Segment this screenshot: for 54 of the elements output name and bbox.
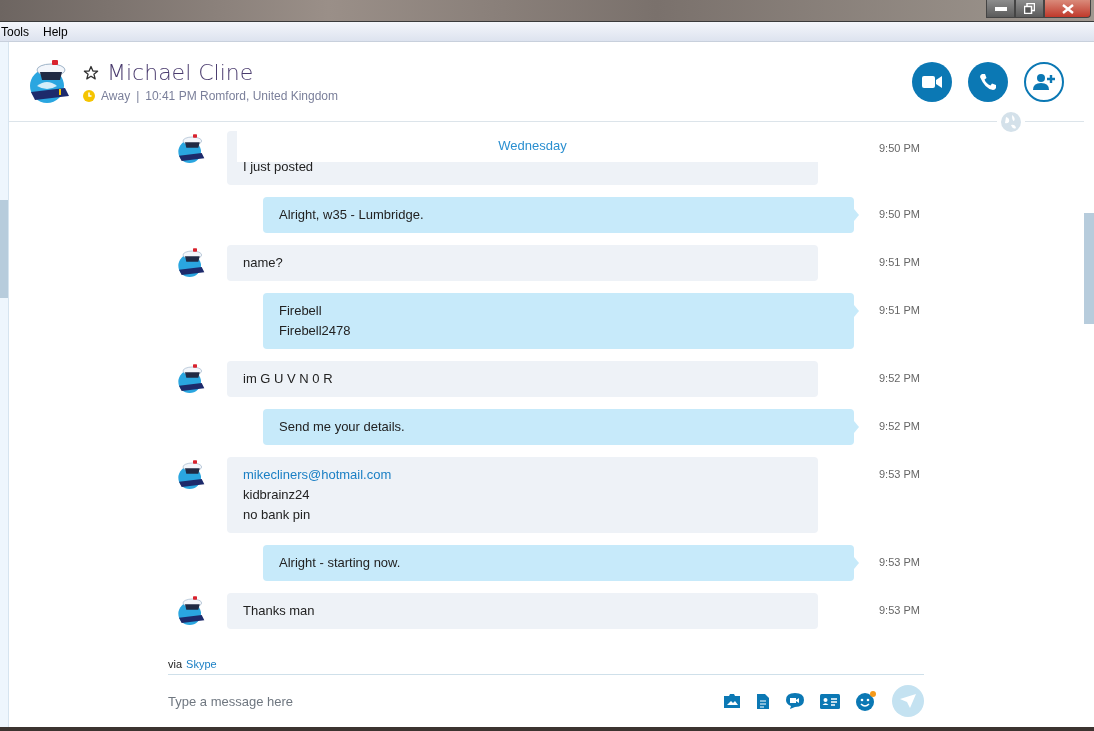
separator-text: | [136, 89, 140, 104]
message-text: Firebell [279, 302, 322, 321]
message-time: 9:53 PM [879, 468, 920, 481]
message-text: Alright - starting now. [279, 554, 401, 573]
contact-card-icon[interactable] [820, 693, 840, 709]
message-text: Alright, w35 - Lumbridge. [279, 206, 424, 225]
add-person-icon[interactable] [1032, 72, 1056, 91]
image-folder-icon[interactable] [723, 693, 741, 709]
message-text: im G U V N 0 R [243, 370, 333, 389]
message-text: no bank pin [243, 506, 311, 525]
menu-item[interactable]: Help [42, 24, 69, 39]
via-label: via [168, 658, 183, 670]
add-contact-button[interactable] [1024, 61, 1064, 102]
message-time: 9:52 PM [879, 420, 920, 433]
favorite-star-icon[interactable] [83, 64, 99, 81]
local-time-location: 10:41 PM Romford, United Kingdom [145, 89, 339, 104]
emoticon-icon[interactable] [855, 690, 877, 712]
restore-button[interactable] [1015, 0, 1044, 18]
restore-icon[interactable] [1024, 3, 1035, 14]
message-text: Send me your details. [279, 418, 405, 437]
message-text: Firebell2478 [279, 322, 351, 341]
message-text: kidbrainz24 [243, 486, 310, 505]
video-message-icon[interactable] [785, 692, 805, 710]
contact-name: Michael Cline [107, 60, 254, 86]
message-time: 9:50 PM [879, 142, 920, 155]
message-text: name? [243, 254, 283, 273]
close-icon[interactable] [1061, 3, 1074, 14]
status-text: Away [101, 89, 131, 104]
message-time: 9:51 PM [879, 304, 920, 317]
call-button[interactable] [968, 61, 1008, 102]
phone-icon[interactable] [979, 72, 997, 91]
scrollbar-thumb[interactable] [1084, 213, 1094, 324]
message-time: 9:53 PM [879, 556, 920, 569]
email-link[interactable]: mikecliners@hotmail.com [243, 465, 392, 486]
message-text: Thanks man [243, 602, 315, 621]
scrollbar-thumb[interactable] [0, 200, 8, 298]
message-time: 9:50 PM [879, 208, 920, 221]
message-time: 9:53 PM [879, 604, 920, 617]
avatar-icon [175, 247, 207, 280]
video-call-button[interactable] [912, 61, 952, 102]
message-time: 9:52 PM [879, 372, 920, 385]
message-input[interactable]: Type a message here [168, 693, 723, 709]
avatar-icon [175, 363, 207, 396]
minimize-button[interactable] [986, 0, 1015, 18]
message-time: 9:51 PM [879, 256, 920, 269]
minimize-icon[interactable] [994, 6, 1007, 11]
avatar-icon [175, 133, 207, 166]
file-icon[interactable] [756, 692, 770, 710]
avatar-icon [175, 595, 207, 628]
close-button[interactable] [1044, 0, 1091, 18]
video-camera-icon[interactable] [922, 75, 942, 88]
menu-item[interactable]: Tools [0, 24, 30, 39]
avatar-icon [175, 459, 207, 492]
network-link[interactable]: Skype [186, 658, 217, 670]
